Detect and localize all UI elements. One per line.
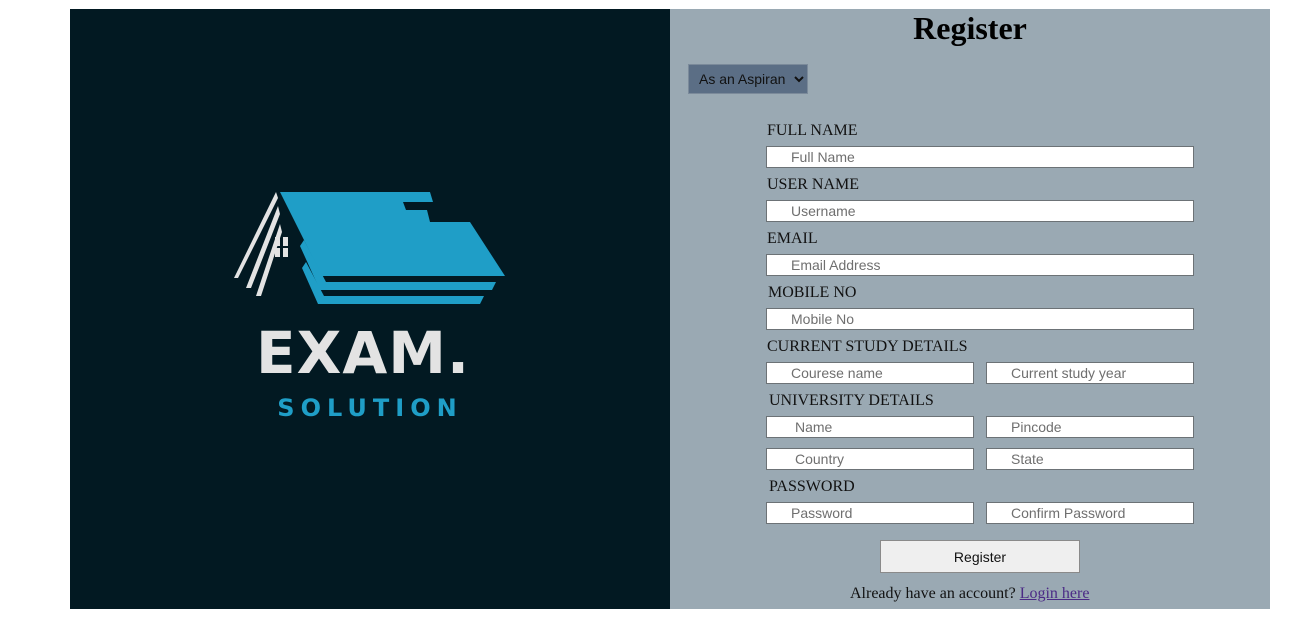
page-title: Register [913, 10, 1027, 46]
mobile-input[interactable] [766, 308, 1194, 330]
study-details-label: CURRENT STUDY DETAILS [767, 338, 968, 355]
register-button[interactable]: Register [880, 540, 1080, 573]
university-details-label: UNIVERSITY DETAILS [769, 392, 934, 409]
login-prompt: Already have an account? Login here [850, 585, 1089, 603]
university-name-input[interactable] [766, 416, 974, 438]
study-year-input[interactable] [986, 362, 1194, 384]
login-prompt-text: Already have an account? [850, 585, 1020, 602]
password-label: PASSWORD [769, 478, 855, 495]
user-name-label: USER NAME [767, 176, 860, 193]
brand-name: EXAM. [256, 319, 470, 387]
pincode-input[interactable] [986, 416, 1194, 438]
form-panel: Register As an Aspirant FULL NAME USER N… [670, 9, 1270, 609]
brand-panel: EXAM. SOLUTION [70, 9, 670, 609]
brand-tagline: SOLUTION [277, 394, 463, 422]
course-name-input[interactable] [766, 362, 974, 384]
confirm-password-input[interactable] [986, 502, 1194, 524]
state-input[interactable] [986, 448, 1194, 470]
mobile-label: MOBILE NO [768, 284, 857, 301]
full-name-label: FULL NAME [767, 122, 858, 139]
password-input[interactable] [766, 502, 974, 524]
email-input[interactable] [766, 254, 1194, 276]
full-name-input[interactable] [766, 146, 1194, 168]
role-select[interactable]: As an Aspirant [688, 64, 808, 94]
country-input[interactable] [766, 448, 974, 470]
register-page: EXAM. SOLUTION Register As an Aspirant F… [70, 9, 1270, 609]
email-label: EMAIL [767, 230, 818, 247]
username-input[interactable] [766, 200, 1194, 222]
house-books-logo-icon [234, 192, 505, 304]
login-link[interactable]: Login here [1020, 585, 1090, 602]
